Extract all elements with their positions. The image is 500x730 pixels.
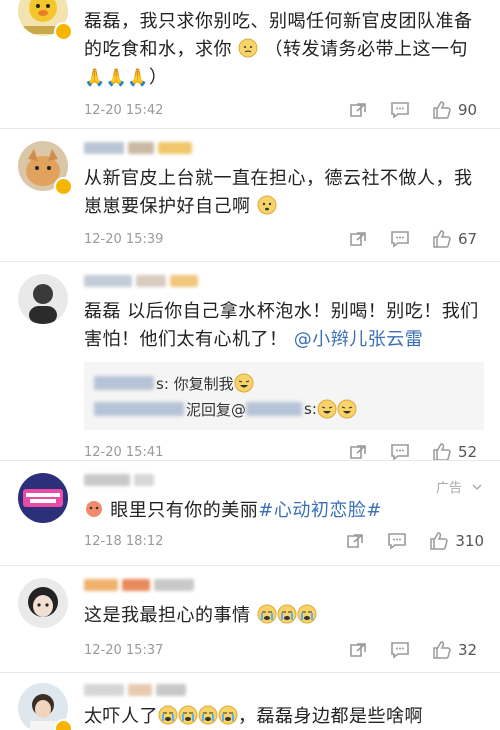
comment-item: 太吓人了 ，磊磊身边都是些啥啊 <box>0 672 500 730</box>
timestamp: 12-20 15:39 <box>84 231 164 247</box>
repost-button[interactable] <box>348 442 368 462</box>
comment-button[interactable] <box>390 100 410 120</box>
crying-face-emoji-icon <box>158 705 178 725</box>
username[interactable] <box>84 262 484 288</box>
verified-badge-icon <box>54 22 73 41</box>
like-count: 52 <box>458 443 478 461</box>
like-icon <box>430 532 449 550</box>
laughing-face-emoji-icon <box>337 399 357 419</box>
repost-icon <box>350 103 366 117</box>
comment-item: 这是我最担心的事情 12-20 15:37 32 <box>0 565 500 672</box>
verified-badge-icon <box>54 177 73 196</box>
avatar[interactable] <box>18 274 68 324</box>
crying-face-emoji-icon <box>257 604 277 624</box>
comment-item-ad: 广告 眼里只有你的美丽#心动初恋脸# 12-18 18:12 310 <box>0 460 500 565</box>
comment-icon <box>388 533 407 550</box>
like-button[interactable]: 67 <box>432 229 484 249</box>
topic-link[interactable]: #心动初恋脸# <box>258 500 382 521</box>
username[interactable] <box>84 566 484 592</box>
comment-icon <box>391 444 409 461</box>
pray-hands-emoji-icon: 🙏🙏🙏 <box>84 68 150 88</box>
comment-button[interactable] <box>390 442 410 462</box>
ad-label: 广告 <box>436 477 484 496</box>
comment-button[interactable] <box>390 229 410 249</box>
username[interactable] <box>84 129 484 155</box>
sub-reply[interactable]: 泥回复@ s: <box>94 396 474 422</box>
comment-meta: 12-18 18:12 310 <box>84 529 484 553</box>
comment-meta: 12-20 15:37 32 <box>84 638 484 662</box>
like-button[interactable]: 90 <box>432 100 484 120</box>
verified-badge-icon <box>54 719 73 730</box>
like-count: 90 <box>458 101 478 119</box>
comment-icon <box>391 102 409 119</box>
timestamp: 12-18 18:12 <box>84 533 164 549</box>
repost-icon <box>347 534 364 548</box>
repost-icon <box>350 232 366 246</box>
like-count: 32 <box>458 641 478 659</box>
username[interactable] <box>84 461 484 487</box>
timestamp: 12-20 15:42 <box>84 102 164 118</box>
repost-button[interactable] <box>348 100 368 120</box>
comment-meta: 12-20 15:39 67 <box>84 227 484 251</box>
laughing-face-emoji-icon <box>234 373 254 393</box>
comment-item: 磊磊，我只求你别吃、别喝任何新官皮团队准备的吃食和水，求你 （转发请务必带上这一… <box>0 0 500 128</box>
sticker-emoji-icon <box>86 501 102 517</box>
comment-text: 磊磊 以后你自己拿水杯泡水！别喝！别吃！我们害怕！他们太有心机了！ @小辫儿张云… <box>84 301 479 350</box>
crying-face-emoji-icon <box>297 604 317 624</box>
comment-feed: 磊磊，我只求你别吃、别喝任何新官皮团队准备的吃食和水，求你 （转发请务必带上这一… <box>0 0 500 730</box>
crying-face-emoji-icon <box>277 604 297 624</box>
like-icon <box>433 641 451 659</box>
comment-meta: 12-20 15:42 90 <box>84 98 484 122</box>
username[interactable] <box>84 673 484 697</box>
crying-face-emoji-icon <box>178 705 198 725</box>
comment-button[interactable] <box>387 531 407 551</box>
crying-face-emoji-icon <box>218 705 238 725</box>
laughing-face-emoji-icon <box>317 399 337 419</box>
repost-icon <box>350 445 366 459</box>
comment-button[interactable] <box>390 640 410 660</box>
like-button[interactable]: 52 <box>432 442 484 462</box>
comment-icon <box>391 642 409 659</box>
avatar[interactable] <box>18 578 68 628</box>
comment-icon <box>391 231 409 248</box>
like-button[interactable]: 310 <box>429 531 484 551</box>
worried-face-emoji-icon <box>257 195 277 215</box>
comment-text: 从新官皮上台就一直在担心，德云社不做人，我崽崽要保护好自己啊 <box>84 168 473 217</box>
mention-link[interactable]: @小辫儿张云雷 <box>294 329 424 350</box>
comment-item: 磊磊 以后你自己拿水杯泡水！别喝！别吃！我们害怕！他们太有心机了！ @小辫儿张云… <box>0 261 500 462</box>
comment-text: 这是我最担心的事情 <box>84 602 484 630</box>
comment-text: 太吓人了 ，磊磊身边都是些啥啊 <box>84 705 423 727</box>
timestamp: 12-20 15:37 <box>84 642 164 658</box>
sub-reply[interactable]: s: 你复制我 <box>94 370 474 396</box>
crying-face-emoji-icon <box>198 705 218 725</box>
sad-face-emoji-icon <box>238 38 258 58</box>
repost-icon <box>350 643 366 657</box>
like-icon <box>433 101 451 119</box>
repost-button[interactable] <box>348 640 368 660</box>
sub-replies[interactable]: s: 你复制我 泥回复@ s: <box>84 362 484 430</box>
like-icon <box>433 230 451 248</box>
avatar[interactable] <box>18 473 68 523</box>
comment-text: 磊磊，我只求你别吃、别喝任何新官皮团队准备的吃食和水，求你 （转发请务必带上这一… <box>84 11 473 88</box>
like-count: 310 <box>455 532 484 550</box>
repost-button[interactable] <box>345 531 365 551</box>
chevron-down-icon[interactable] <box>470 480 484 494</box>
like-icon <box>433 443 451 461</box>
timestamp: 12-20 15:41 <box>84 444 164 460</box>
like-button[interactable]: 32 <box>432 640 484 660</box>
repost-button[interactable] <box>348 229 368 249</box>
like-count: 67 <box>458 230 478 248</box>
comment-text: 眼里只有你的美丽#心动初恋脸# <box>84 497 484 525</box>
comment-item: 从新官皮上台就一直在担心，德云社不做人，我崽崽要保护好自己啊 12-20 15:… <box>0 128 500 261</box>
